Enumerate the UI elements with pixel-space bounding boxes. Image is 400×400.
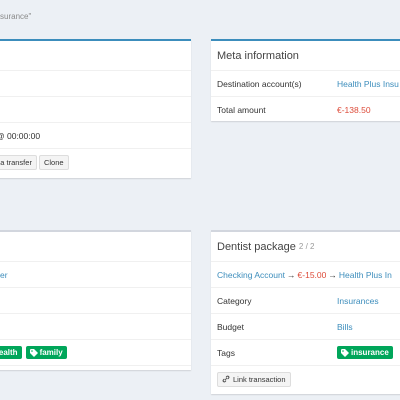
convert-transfer-button[interactable]: o a transfer bbox=[0, 154, 37, 170]
split-box-left: er health family bbox=[0, 230, 191, 370]
clone-button[interactable]: Clone bbox=[38, 154, 69, 170]
dentist-package-header: Dentist package 2 / 2 bbox=[211, 232, 400, 262]
split-left-tags-row: health family bbox=[0, 340, 191, 366]
budget-label: Budget bbox=[217, 321, 244, 332]
info-row bbox=[0, 97, 191, 123]
transfer-row: Checking Account → €-15.00 → Health Plus… bbox=[211, 262, 400, 288]
meta-title: Meta information bbox=[211, 41, 400, 71]
transaction-info-header bbox=[0, 41, 191, 71]
destination-account-link[interactable]: Health Plus In bbox=[339, 270, 392, 280]
dentist-package-box: Dentist package 2 / 2 Checking Account →… bbox=[211, 230, 400, 394]
meta-row-total: Total amount €-138.50 bbox=[211, 97, 400, 123]
split-left-header bbox=[0, 232, 191, 262]
time-row: @ 00:00:00 bbox=[0, 123, 191, 149]
info-row bbox=[0, 71, 191, 97]
link-icon bbox=[222, 375, 230, 383]
tag-insurance[interactable]: insurance bbox=[337, 346, 393, 359]
meta-key: Total amount bbox=[217, 105, 266, 115]
tags-row: Tags insurance bbox=[211, 340, 400, 366]
source-account-link[interactable]: Checking Account bbox=[217, 270, 285, 280]
split-left-row: er bbox=[0, 262, 191, 288]
total-amount: €-138.50 bbox=[337, 105, 371, 115]
split-left-link[interactable]: er bbox=[0, 270, 8, 280]
split-counter: 2 / 2 bbox=[298, 242, 315, 251]
meta-key: Destination account(s) bbox=[217, 78, 302, 89]
category-link[interactable]: Insurances bbox=[337, 296, 379, 306]
budget-row: Budget Bills bbox=[211, 314, 400, 340]
time-value: @ 00:00:00 bbox=[0, 130, 41, 141]
split-left-row bbox=[0, 314, 191, 340]
tag-icon bbox=[29, 348, 38, 357]
arrow-icon: → bbox=[328, 269, 337, 280]
link-transaction-button[interactable]: Link transaction bbox=[217, 371, 291, 387]
category-row: Category Insurances bbox=[211, 288, 400, 314]
split-amount: €-15.00 bbox=[297, 269, 327, 280]
tag-family[interactable]: family bbox=[25, 346, 67, 359]
budget-link[interactable]: Bills bbox=[337, 322, 353, 332]
transaction-info-box: @ 00:00:00 o a transfer Clone bbox=[0, 39, 191, 178]
arrow-icon: → bbox=[287, 269, 296, 280]
meta-row-destination: Destination account(s) Health Plus Insu bbox=[211, 71, 400, 97]
tags-label: Tags bbox=[217, 347, 235, 358]
breadcrumb: surance" bbox=[0, 12, 32, 21]
action-row: o a transfer Clone bbox=[0, 149, 191, 175]
category-label: Category bbox=[217, 295, 252, 306]
meta-information-box: Meta information Destination account(s) … bbox=[211, 39, 400, 121]
tag-health[interactable]: health bbox=[0, 346, 22, 359]
destination-account-link[interactable]: Health Plus Insu bbox=[337, 79, 399, 89]
tag-icon bbox=[341, 348, 349, 357]
link-transaction-row: Link transaction bbox=[211, 366, 400, 392]
split-left-row bbox=[0, 288, 191, 314]
dentist-title: Dentist package bbox=[217, 240, 296, 253]
